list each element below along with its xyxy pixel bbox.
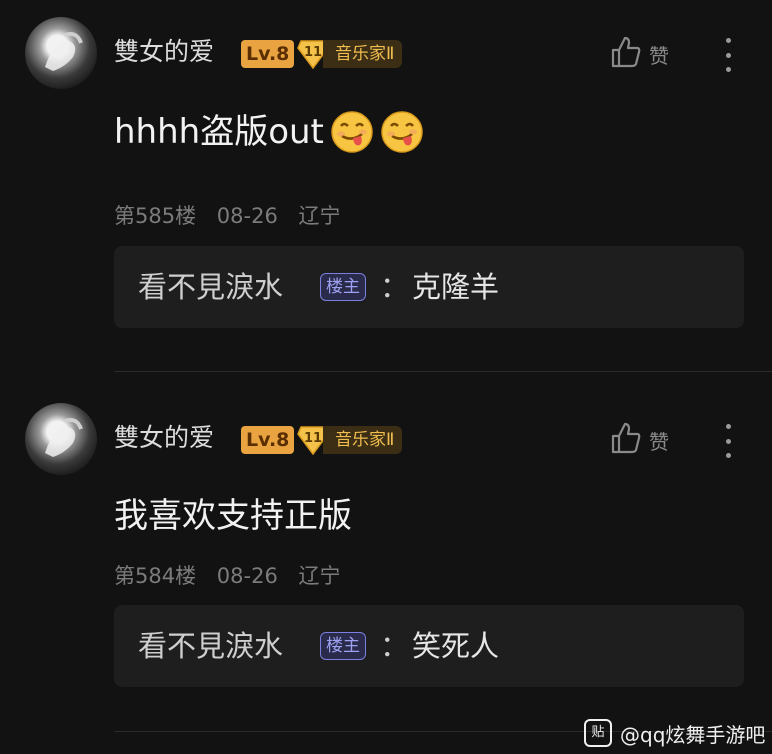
reply-colon: ： <box>380 270 410 304</box>
like-label: 赞 <box>649 43 669 68</box>
owner-tag: 楼主 <box>320 273 366 301</box>
comment-content: hhhh盗版out <box>114 110 424 154</box>
badge-label: 音乐家Ⅱ <box>323 40 403 68</box>
floor-number: 第584楼 <box>114 564 197 588</box>
divider <box>114 371 772 372</box>
watermark: 贴 @qq炫舞手游吧 <box>584 718 765 748</box>
reply-text: 克隆羊 <box>412 270 500 304</box>
reply-box[interactable]: 看不見淚水 楼主 ： 笑死人 <box>114 605 744 687</box>
location: 辽宁 <box>298 564 341 588</box>
music-badge[interactable]: 11 音乐家Ⅱ <box>297 39 417 69</box>
like-label: 赞 <box>649 429 669 454</box>
post-date: 08-26 <box>216 564 278 588</box>
username[interactable]: 雙女的爱 <box>114 36 214 68</box>
reply-text: 笑死人 <box>412 629 500 663</box>
like-button[interactable]: 赞 <box>611 422 669 459</box>
vertical-ellipsis-icon[interactable] <box>714 38 742 72</box>
level-badge: Lv.8 <box>241 426 295 454</box>
thumbs-up-icon <box>611 422 641 459</box>
music-badge[interactable]: 11 音乐家Ⅱ <box>297 425 417 455</box>
username[interactable]: 雙女的爱 <box>114 422 214 454</box>
face-savoring-food-icon <box>331 111 373 153</box>
post-date: 08-26 <box>216 204 278 228</box>
vertical-ellipsis-icon[interactable] <box>714 424 742 458</box>
face-savoring-food-icon <box>381 111 423 153</box>
level-badge: Lv.8 <box>241 40 295 68</box>
location: 辽宁 <box>298 204 341 228</box>
thumbs-up-icon <box>611 36 641 73</box>
comment-content: 我喜欢支持正版 <box>114 494 352 538</box>
comment-meta: 第584楼 08-26 辽宁 <box>114 562 355 590</box>
comment-meta: 第585楼 08-26 辽宁 <box>114 202 355 230</box>
watermark-text: @qq炫舞手游吧 <box>620 722 766 747</box>
tieba-logo-icon: 贴 <box>584 719 612 747</box>
reply-box[interactable]: 看不見淚水 楼主 ： 克隆羊 <box>114 246 744 328</box>
reply-author[interactable]: 看不見淚水 <box>138 268 283 306</box>
comment-text: 我喜欢支持正版 <box>114 496 352 536</box>
reply-colon: ： <box>380 629 410 663</box>
badge-label: 音乐家Ⅱ <box>323 426 403 454</box>
reply-author[interactable]: 看不見淚水 <box>138 627 283 665</box>
avatar[interactable] <box>25 403 97 475</box>
floor-number: 第585楼 <box>114 204 197 228</box>
comment-text: hhhh盗版out <box>114 112 324 152</box>
owner-tag: 楼主 <box>320 632 366 660</box>
like-button[interactable]: 赞 <box>611 36 669 73</box>
avatar[interactable] <box>25 17 97 89</box>
